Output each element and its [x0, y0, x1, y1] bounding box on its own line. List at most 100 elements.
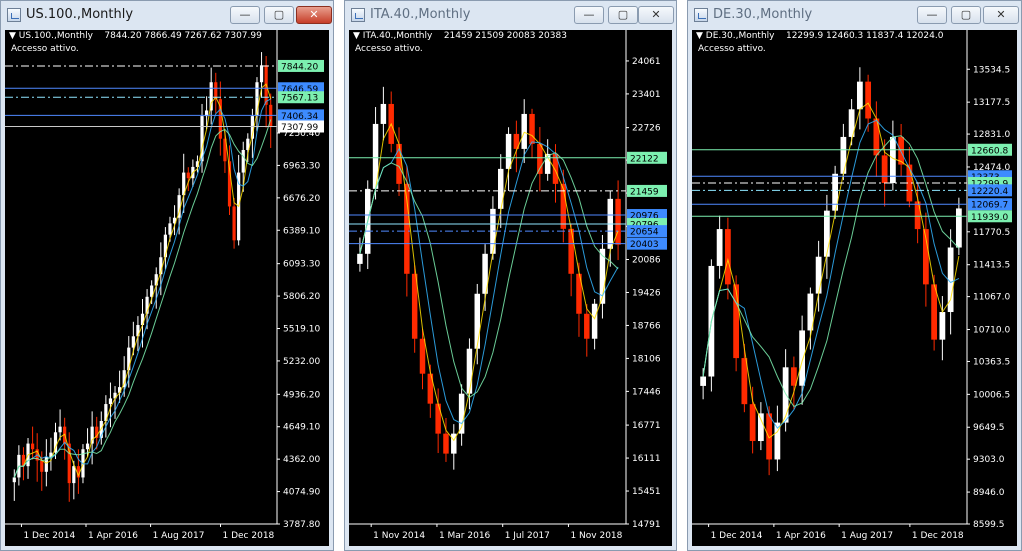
candle-body	[521, 113, 527, 149]
candle-body	[154, 274, 158, 286]
symbol-label: DE.30.,Monthly	[705, 31, 775, 41]
connection-status: Accesso attivo.	[355, 44, 423, 54]
window-titlebar[interactable]: ITA.40.,Monthly — ▢ ✕	[345, 1, 676, 29]
price-level-label: 21459	[630, 187, 659, 197]
chart-window-de30[interactable]: DE.30.,Monthly — ▢ ✕ 8599.5 8946.0 9303.0 9…	[687, 0, 1022, 551]
maximize-button[interactable]: ▢	[264, 6, 294, 24]
price-level-label: 12220.4	[971, 187, 1008, 197]
time-tick-label: 1 Dec 2018	[912, 531, 964, 541]
price-tick-label: 9303.0	[973, 455, 1005, 465]
maximize-button[interactable]: ▢	[951, 6, 981, 24]
price-level-label: 11939.0	[971, 213, 1008, 223]
symbol-label: US.100.,Monthly	[18, 31, 93, 41]
maximize-button[interactable]: ▢	[608, 6, 638, 24]
candle-body	[568, 228, 574, 274]
price-tick-label: 4362.00	[283, 455, 320, 465]
price-chart[interactable]: 8599.5 8946.0 9303.0 9649.5 10006.5 10363.5 10…	[692, 30, 1017, 546]
time-tick-label: 1 Nov 2014	[373, 531, 425, 541]
candle-body	[716, 229, 723, 266]
price-level-label: 20654	[630, 228, 659, 238]
time-tick-label: 1 Mar 2016	[439, 531, 491, 541]
time-tick-label: 1 Jul 2017	[505, 531, 550, 541]
candle-body	[357, 253, 363, 264]
candle-body	[58, 426, 62, 433]
ohlc-values: 12299.9 12460.3 11837.4 12024.0	[785, 31, 944, 41]
chart-plot[interactable]: 14791 15451 16111 16771 17446 18106 18766 19426…	[349, 30, 672, 546]
ohlc-values: 7844.20 7866.49 7267.62 7307.99	[104, 31, 262, 41]
price-tick-label: 5232.00	[283, 357, 320, 367]
window-title: US.100.,Monthly	[26, 7, 134, 22]
price-tick-label: 11770.5	[973, 228, 1010, 238]
candle-body	[840, 136, 847, 174]
candle-body	[856, 81, 863, 110]
price-tick-label: 16771	[632, 421, 661, 431]
price-level-label: 12069.7	[971, 201, 1008, 211]
close-button[interactable]: ✕	[638, 6, 674, 24]
candle-body	[474, 293, 481, 349]
candle-body	[881, 155, 888, 184]
chart-plot[interactable]: 3787.80 4074.90 4362.00 4649.10 4936.20 5232.…	[5, 30, 329, 546]
dropdown-arrow-icon[interactable]: ▼	[696, 31, 706, 41]
price-tick-label: 22726	[632, 124, 661, 134]
moving-average-line	[702, 102, 960, 439]
moving-average-line	[13, 83, 272, 478]
candle-body	[815, 256, 822, 294]
symbol-ohlc-line: ▼ US.100.,Monthly 7844.20 7866.49 7267.6…	[9, 31, 262, 41]
close-button[interactable]: ✕	[983, 6, 1019, 24]
candle-body	[700, 376, 707, 386]
chart-window-icon	[7, 8, 21, 22]
minimize-button[interactable]: —	[230, 6, 260, 24]
chart-window-us100[interactable]: US.100.,Monthly — ▢ ✕ 3787.80 4074.90 4362…	[0, 0, 334, 551]
chart-window-ita40[interactable]: ITA.40.,Monthly — ▢ ✕ 14791 15451 16111 167…	[344, 0, 677, 551]
price-tick-label: 18766	[632, 321, 661, 331]
price-tick-label: 13534.5	[973, 65, 1010, 75]
time-tick-label: 1 Apr 2016	[776, 531, 826, 541]
candle-body	[584, 313, 590, 339]
candle-body	[108, 398, 113, 405]
connection-status: Accesso attivo.	[11, 44, 79, 54]
close-button[interactable]: ✕	[296, 6, 332, 24]
price-tick-label: 4074.90	[283, 488, 320, 498]
moving-average-line	[13, 119, 272, 478]
price-tick-label: 5806.20	[283, 292, 320, 302]
price-level-label: 12660.8	[971, 146, 1008, 156]
price-tick-label: 4649.10	[283, 423, 320, 433]
dropdown-arrow-icon[interactable]: ▼	[9, 31, 19, 41]
candle-body	[757, 413, 764, 442]
connection-status: Accesso attivo.	[698, 44, 766, 54]
price-chart[interactable]: 3787.80 4074.90 4362.00 4649.10 4936.20 5232.…	[5, 30, 329, 546]
candle-body	[865, 81, 872, 119]
time-tick-label: 1 Dec 2014	[23, 531, 75, 541]
price-chart[interactable]: 14791 15451 16111 16771 17446 18106 18766 19426…	[349, 30, 672, 546]
candle-body	[799, 330, 806, 386]
price-tick-label: 12831.0	[973, 130, 1010, 140]
price-tick-label: 8946.0	[973, 488, 1005, 498]
time-tick-label: 1 Apr 2016	[88, 531, 138, 541]
candle-body	[443, 433, 449, 454]
candle-body	[168, 223, 172, 235]
window-title: ITA.40.,Monthly	[370, 7, 471, 22]
price-tick-label: 20086	[632, 256, 661, 266]
candle-body	[232, 206, 236, 241]
ohlc-values: 21459 21509 20083 20383	[443, 31, 567, 41]
candle-body	[823, 210, 830, 257]
window-titlebar[interactable]: DE.30.,Monthly — ▢ ✕	[688, 1, 1021, 29]
time-tick-label: 1 Aug 2017	[841, 531, 893, 541]
price-level-label: 7844.20	[281, 62, 318, 72]
minimize-button[interactable]: —	[574, 6, 604, 24]
chart-plot[interactable]: 8599.5 8946.0 9303.0 9649.5 10006.5 10363.5 10…	[692, 30, 1017, 546]
price-level-label: 7307.99	[281, 123, 318, 133]
candle-body	[241, 149, 245, 173]
price-tick-label: 9649.5	[973, 423, 1005, 433]
candle-body	[85, 443, 90, 450]
minimize-button[interactable]: —	[917, 6, 947, 24]
window-titlebar[interactable]: US.100.,Monthly — ▢ ✕	[1, 1, 333, 29]
candle-body	[914, 201, 921, 230]
symbol-ohlc-line: ▼ DE.30.,Monthly 12299.9 12460.3 11837.4…	[696, 31, 943, 41]
time-tick-label: 1 Nov 2018	[570, 531, 622, 541]
candle-body	[140, 313, 145, 326]
dropdown-arrow-icon[interactable]: ▼	[353, 31, 363, 41]
price-tick-label: 19426	[632, 288, 661, 298]
chart-window-icon	[694, 8, 708, 22]
candle-body	[724, 229, 731, 285]
